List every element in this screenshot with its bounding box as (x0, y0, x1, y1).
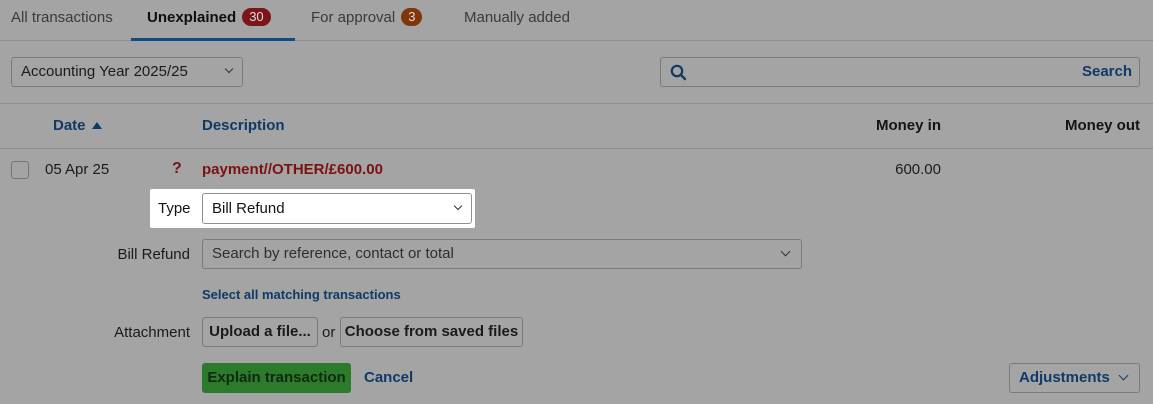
row-description[interactable]: payment//OTHER/£600.00 (202, 161, 383, 178)
search-input[interactable] (660, 57, 1076, 87)
column-header-money-in: Money in (875, 117, 941, 134)
cancel-link[interactable]: Cancel (364, 369, 413, 386)
divider (0, 103, 1153, 104)
column-label: Date (53, 117, 86, 134)
adjustments-button[interactable]: Adjustments (1009, 363, 1140, 393)
column-header-description[interactable]: Description (202, 117, 285, 134)
chevron-down-icon (453, 201, 463, 211)
tab-unexplained[interactable]: Unexplained 30 (131, 0, 295, 41)
row-money-in: 600.00 (895, 161, 941, 178)
tab-label: For approval (311, 9, 396, 26)
tab-label: All transactions (11, 9, 113, 26)
explain-transaction-button[interactable]: Explain transaction (202, 363, 351, 393)
row-date: 05 Apr 25 (45, 161, 110, 178)
type-label: Type (158, 200, 191, 217)
tab-label: Unexplained (147, 9, 237, 26)
sort-ascending-icon (91, 122, 102, 129)
choose-saved-files-button[interactable]: Choose from saved files (340, 317, 523, 347)
chevron-down-icon (1118, 370, 1129, 381)
type-select[interactable]: Bill Refund (202, 193, 472, 224)
select-value: Bill Refund (212, 200, 285, 217)
chevron-down-icon (780, 246, 791, 257)
tab-label: Manually added (464, 9, 570, 26)
divider (0, 148, 1153, 149)
search-icon (670, 64, 687, 81)
column-header-money-out: Money out (1065, 117, 1140, 134)
column-header-date[interactable]: Date (53, 117, 102, 134)
attachment-label: Attachment (114, 324, 190, 341)
row-checkbox[interactable] (11, 161, 29, 179)
button-label: Adjustments (1019, 369, 1110, 386)
count-badge: 3 (401, 8, 423, 26)
search-button[interactable]: Search (1075, 57, 1140, 87)
unexplained-question-icon: ? (172, 160, 182, 177)
select-value: Accounting Year 2025/25 (21, 63, 188, 80)
bill-refund-select[interactable]: Search by reference, contact or total (202, 239, 802, 269)
select-placeholder: Search by reference, contact or total (212, 245, 454, 262)
select-all-matching-link[interactable]: Select all matching transactions (202, 287, 401, 302)
accounting-year-select[interactable]: Accounting Year 2025/25 (11, 57, 243, 87)
or-text: or (322, 324, 336, 341)
tab-all-transactions[interactable]: All transactions (11, 0, 113, 41)
bill-refund-label: Bill Refund (117, 246, 190, 263)
tab-for-approval[interactable]: For approval 3 (311, 0, 423, 41)
chevron-down-icon (224, 64, 234, 74)
count-badge: 30 (242, 8, 271, 26)
tab-manually-added[interactable]: Manually added (464, 0, 570, 41)
upload-file-button[interactable]: Upload a file... (202, 317, 318, 347)
tab-bar: All transactions Unexplained 30 For appro… (0, 0, 1153, 41)
